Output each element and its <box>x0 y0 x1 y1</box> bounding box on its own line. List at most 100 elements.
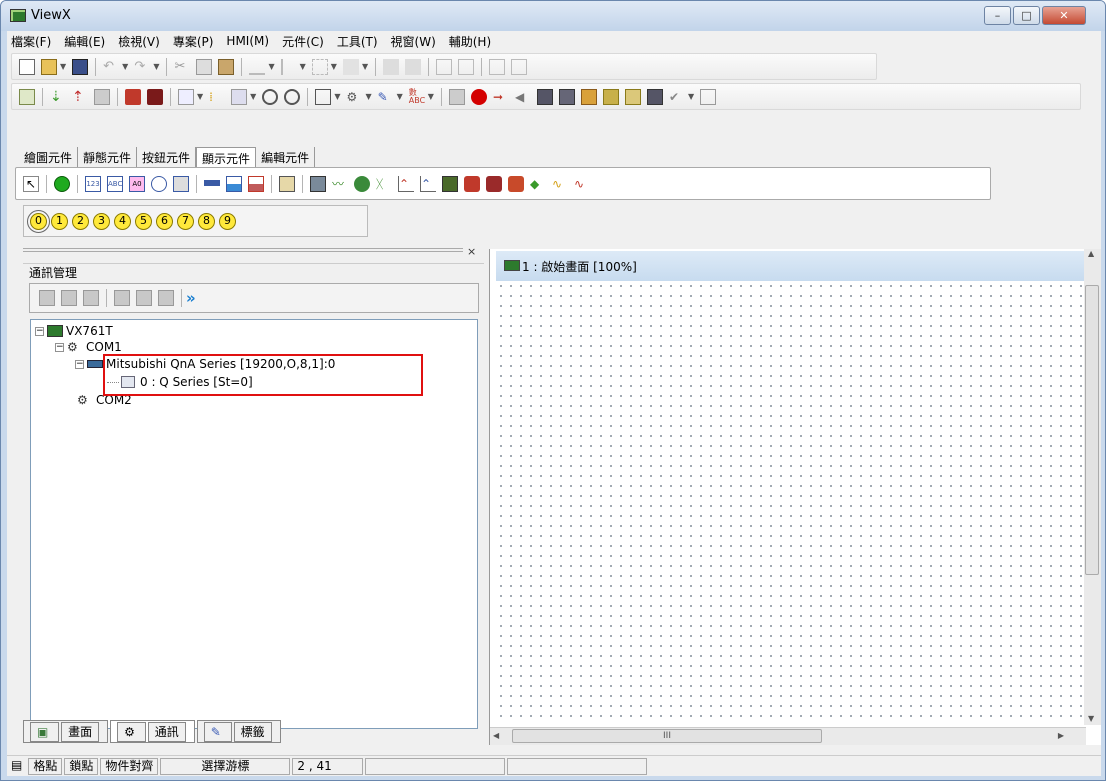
canvas-title-bar[interactable]: 1 : 啟始畫面 [100%] <box>496 251 1084 281</box>
edit-station-icon[interactable] <box>136 290 152 306</box>
simulate-icon[interactable] <box>94 88 110 105</box>
xy-graph-icon[interactable]: ᚷ <box>376 176 392 192</box>
dropdown-arrow-icon[interactable]: ▼ <box>688 92 694 101</box>
more-button[interactable]: » <box>186 289 196 307</box>
align-top-icon[interactable] <box>280 58 297 75</box>
xy-plot-icon[interactable]: ∿ <box>574 176 590 192</box>
data-log-icon[interactable] <box>558 88 575 105</box>
redo-icon[interactable]: ↷ <box>134 59 150 75</box>
number-7[interactable]: 7 <box>177 212 194 230</box>
menu-hmi[interactable]: HMI(M) <box>226 34 269 48</box>
event-icon[interactable] <box>486 175 502 192</box>
same-size-icon[interactable] <box>342 58 359 75</box>
dropdown-arrow-icon[interactable]: ▼ <box>300 62 306 71</box>
picture-display-icon[interactable] <box>279 175 295 192</box>
add-port-icon[interactable] <box>39 290 55 306</box>
dropdown-arrow-icon[interactable]: ▼ <box>197 92 203 101</box>
distribute-icon[interactable] <box>311 58 328 75</box>
status-align[interactable]: 物件對齊 <box>100 757 159 775</box>
maximize-button[interactable]: □ <box>1013 6 1040 25</box>
compile-icon[interactable] <box>125 88 141 105</box>
arrow-right-icon[interactable]: ➞ <box>493 89 509 105</box>
alarm-summary-icon[interactable] <box>508 175 524 192</box>
delete-device-icon[interactable] <box>83 290 99 306</box>
tab-button[interactable]: 按鈕元件 <box>137 147 197 167</box>
number-8[interactable]: 8 <box>198 212 215 230</box>
scroll-down-icon[interactable]: ▼ <box>1088 714 1094 723</box>
pie-icon[interactable] <box>354 175 370 192</box>
layout-icon[interactable] <box>315 88 332 105</box>
tab-edit[interactable]: 編輯元件 <box>256 147 316 167</box>
open-folder-icon[interactable] <box>41 58 57 75</box>
tab-tag[interactable]: ✎ 標籤 <box>196 719 281 743</box>
number-0[interactable]: 0 <box>27 209 50 233</box>
dropdown-arrow-icon[interactable]: ▼ <box>365 92 371 101</box>
paste-icon[interactable] <box>218 58 235 75</box>
tree-root[interactable]: − VX761T <box>35 323 113 339</box>
menu-file[interactable]: 檔案(F) <box>11 33 51 50</box>
menu-component[interactable]: 元件(C) <box>282 33 324 50</box>
moving-icon[interactable]: ◆ <box>530 176 546 192</box>
number-9[interactable]: 9 <box>219 212 236 230</box>
number-3[interactable]: 3 <box>93 212 110 230</box>
align-left-icon[interactable] <box>249 59 266 75</box>
trend-icon[interactable] <box>646 88 663 105</box>
history-icon[interactable] <box>442 175 458 192</box>
close-button[interactable]: ✕ <box>1042 6 1086 25</box>
scroll-up-icon[interactable]: ▲ <box>1088 249 1094 258</box>
window-icon[interactable] <box>231 88 248 105</box>
note-icon[interactable] <box>624 88 641 105</box>
undo-icon[interactable]: ↶ <box>103 59 119 75</box>
menu-help[interactable]: 輔助(H) <box>449 33 491 50</box>
flip-icon[interactable] <box>511 58 528 75</box>
printer-icon[interactable] <box>448 88 465 105</box>
tag-list-icon[interactable] <box>19 88 35 105</box>
tree-com1[interactable]: − ⚙ COM1 <box>55 339 122 355</box>
gauge-icon[interactable] <box>310 175 326 192</box>
date-display-icon[interactable] <box>173 175 189 192</box>
menu-view[interactable]: 檢視(V) <box>118 33 160 50</box>
alarm-icon[interactable] <box>470 88 487 105</box>
menu-edit[interactable]: 編輯(E) <box>64 33 105 50</box>
scatter-chart-icon[interactable]: ⌃ <box>420 175 436 192</box>
tab-drawing[interactable]: 繪圖元件 <box>19 147 79 167</box>
add-station-icon[interactable] <box>114 290 130 306</box>
copy-icon[interactable] <box>196 58 213 75</box>
cut-icon[interactable]: ✂ <box>174 59 190 75</box>
dropdown-arrow-icon[interactable]: ▼ <box>428 92 434 101</box>
status-snap[interactable]: 鎖點 <box>64 757 99 775</box>
zoom-out-icon[interactable] <box>284 88 301 105</box>
scroll-right-icon[interactable]: ▶ <box>1058 731 1064 740</box>
tab-screen[interactable]: ▣ 畫面 <box>23 719 109 743</box>
collapse-icon[interactable]: − <box>35 326 44 336</box>
dropdown-arrow-icon[interactable]: ▼ <box>60 62 66 71</box>
link-icon[interactable]: ⚙ <box>346 89 362 105</box>
status-grid[interactable]: 格點 <box>28 757 63 775</box>
list-icon[interactable] <box>700 88 717 105</box>
number-2[interactable]: 2 <box>72 212 89 230</box>
dropdown-arrow-icon[interactable]: ▼ <box>334 92 340 101</box>
level-meter-icon[interactable] <box>226 175 242 192</box>
alarm-display-icon[interactable]: A0 <box>129 175 145 192</box>
numeric-display-icon[interactable]: 123 <box>85 175 101 192</box>
bring-front-icon[interactable] <box>436 58 453 75</box>
menu-window[interactable]: 視窗(W) <box>391 33 436 50</box>
collapse-icon[interactable]: − <box>55 342 64 352</box>
panel-grip[interactable] <box>23 248 463 252</box>
alarm-history-icon[interactable] <box>464 175 480 192</box>
group-icon[interactable] <box>383 58 400 75</box>
number-1[interactable]: 1 <box>51 212 68 230</box>
rotate-icon[interactable] <box>489 58 506 75</box>
upload-icon[interactable]: ⇡ <box>72 89 88 105</box>
recipe-icon[interactable] <box>536 88 553 105</box>
tab-static[interactable]: 靜態元件 <box>78 147 138 167</box>
design-canvas[interactable] <box>496 281 1084 725</box>
collapse-icon[interactable]: − <box>75 359 84 369</box>
dropdown-arrow-icon[interactable]: ▼ <box>268 62 274 71</box>
scroll-thumb[interactable]: III <box>512 729 822 743</box>
minimize-button[interactable]: – <box>984 6 1011 25</box>
trend-graph-icon[interactable]: 〰 <box>332 176 348 192</box>
delete-station-icon[interactable] <box>158 290 174 306</box>
status-cursor[interactable]: 選擇游標 <box>160 757 291 775</box>
tank-icon[interactable] <box>248 175 264 192</box>
